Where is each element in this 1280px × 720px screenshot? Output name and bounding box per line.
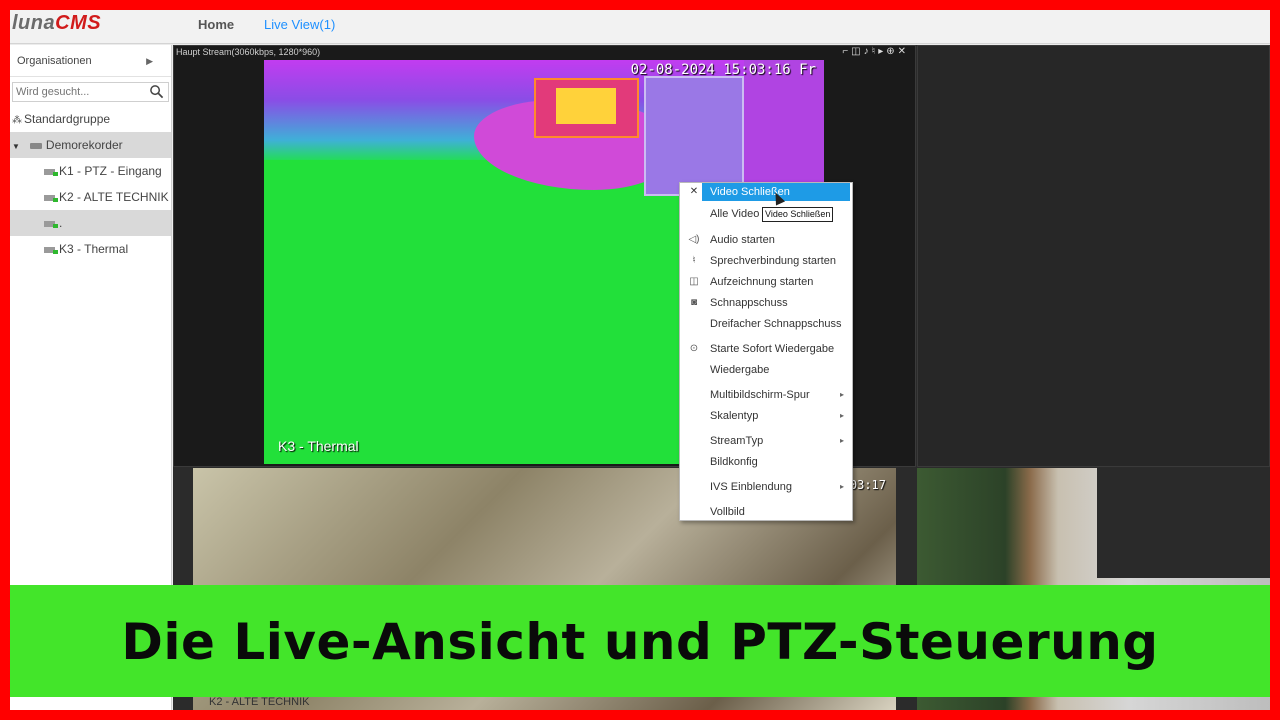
menu-item-instant-playback[interactable]: ⊙ Starte Sofort Wiedergabe: [680, 340, 852, 358]
tree-camera-k3[interactable]: K3 - Thermal: [10, 236, 171, 262]
menu-item-playback[interactable]: Wiedergabe: [680, 361, 852, 379]
submenu-arrow-icon: ▸: [839, 411, 844, 420]
caption-banner: Die Live-Ansicht und PTZ-Steuerung: [10, 585, 1270, 697]
menu-item-label: Starte Sofort Wiedergabe: [710, 343, 835, 355]
menu-item-label: Sprechverbindung starten: [710, 255, 836, 267]
chevron-right-icon[interactable]: ▶: [146, 45, 153, 77]
pane-toolbar: ⌐◫♪♮▸⊕✕: [842, 46, 909, 57]
group-icon: ⁂: [12, 115, 22, 126]
tree-group-label: Standardgruppe: [24, 112, 111, 126]
camera-icon: [44, 220, 58, 228]
menu-item-label: Audio starten: [710, 234, 775, 246]
menu-item-multiscreen[interactable]: Multibildschirm-Spur ▸: [680, 386, 852, 404]
context-menu: ✕ Video Schließen Alle Video ◁) Audio star…: [679, 182, 853, 521]
app-logo: lunaCMS: [12, 12, 101, 35]
menu-item-label: StreamTyp: [710, 435, 764, 447]
tab-live-view[interactable]: Live View(1): [264, 17, 335, 32]
speaker-icon[interactable]: ♪: [864, 46, 872, 57]
menu-item-talk[interactable]: ♮ Sprechverbindung starten: [680, 252, 852, 270]
record-icon[interactable]: ◫: [851, 46, 863, 57]
menu-item-stream-type[interactable]: StreamTyp ▸: [680, 432, 852, 450]
tree-camera-label: .: [59, 216, 63, 230]
submenu-arrow-icon: ▸: [839, 390, 844, 399]
osd-timestamp: 02-08-2024 15:03:16 Fr: [630, 62, 816, 78]
search-icon[interactable]: [149, 84, 164, 99]
submenu-arrow-icon: ▸: [839, 436, 844, 445]
tree-camera-unnamed[interactable]: .: [10, 210, 171, 236]
menu-item-audio[interactable]: ◁) Audio starten: [680, 231, 852, 249]
tree-camera-k1[interactable]: K1 - PTZ - Eingang: [10, 158, 171, 184]
record-icon: ◫: [689, 276, 699, 287]
organisation-label: Organisationen: [17, 55, 92, 67]
menu-item-label: Bildkonfig: [710, 456, 758, 468]
logo-accent: CMS: [55, 12, 102, 34]
osd-camera-name: K3 - Thermal: [278, 438, 359, 454]
menu-item-label: IVS Einblendung: [710, 481, 792, 493]
menu-item-fullscreen[interactable]: Vollbild: [680, 503, 852, 521]
caption-title: Die Live-Ansicht und PTZ-Steuerung: [121, 613, 1159, 671]
recorder-icon: [29, 142, 42, 149]
menu-item-label: Schnappschuss: [710, 297, 788, 309]
search-box: [12, 82, 169, 102]
tree-camera-label: K3 - Thermal: [59, 242, 129, 256]
osd-camera-name: K2 - ALTE TECHNIK: [209, 696, 310, 708]
microphone-icon: ♮: [692, 255, 696, 266]
camera-icon: [44, 168, 58, 176]
close-icon: ✕: [689, 186, 699, 197]
menu-item-label: Vollbild: [710, 506, 745, 518]
tab-home[interactable]: Home: [198, 17, 234, 32]
organisation-header[interactable]: Organisationen ▶: [10, 45, 171, 77]
tree-device-label: Demorekorder: [45, 138, 123, 152]
camera-icon: [44, 246, 58, 254]
video-pane-empty[interactable]: [917, 45, 1270, 467]
play-icon: ⊙: [689, 343, 699, 354]
top-bar: lunaCMS Home Live View(1): [10, 10, 1270, 44]
thermal-building: [644, 76, 744, 196]
ptz-icon[interactable]: ⌐: [842, 46, 851, 57]
close-icon[interactable]: ✕: [898, 46, 909, 57]
play-icon[interactable]: ▸: [878, 46, 886, 57]
tree-device-recorder[interactable]: ▼ Demorekorder: [10, 132, 171, 158]
logo-main: luna: [12, 12, 56, 34]
menu-item-record[interactable]: ◫ Aufzeichnung starten: [680, 273, 852, 291]
search-input[interactable]: [13, 83, 143, 101]
thermal-hotspot: [556, 88, 616, 124]
menu-item-label: Skalentyp: [710, 410, 759, 422]
tree-camera-k2[interactable]: K2 - ALTE TECHNIK: [10, 184, 171, 210]
osd-timestamp: 03:17: [849, 478, 886, 492]
menu-item-scale-type[interactable]: Skalentyp ▸: [680, 407, 852, 425]
camera-icon: ◙: [690, 297, 698, 308]
tree-camera-label: K2 - ALTE TECHNIK: [59, 190, 169, 204]
menu-item-label: Multibildschirm-Spur: [710, 389, 810, 401]
stream-info: Haupt Stream(3060kbps, 1280*960): [176, 47, 321, 57]
menu-item-label: Wiedergabe: [710, 364, 770, 376]
menu-item-ivs-overlay[interactable]: IVS Einblendung ▸: [680, 478, 852, 496]
zoom-icon[interactable]: ⊕: [886, 46, 897, 57]
tree-camera-label: K1 - PTZ - Eingang: [59, 164, 162, 178]
speaker-icon: ◁): [688, 234, 700, 245]
menu-item-snapshot[interactable]: ◙ Schnappschuss: [680, 294, 852, 312]
menu-item-label: Alle Video: [710, 208, 760, 220]
menu-item-image-config[interactable]: Bildkonfig: [680, 453, 852, 471]
expand-arrow-icon[interactable]: ▼: [12, 142, 20, 151]
menu-item-label: Dreifacher Schnappschuss: [710, 318, 842, 330]
menu-item-label: Aufzeichnung starten: [710, 276, 814, 288]
menu-item-triple-snapshot[interactable]: Dreifacher Schnappschuss: [680, 315, 852, 333]
camera-icon: [44, 194, 58, 202]
submenu-arrow-icon: ▸: [839, 482, 844, 491]
tooltip: Video Schließen: [762, 207, 834, 222]
building-window: [1097, 468, 1270, 578]
tree-group-standard[interactable]: ⁂ Standardgruppe: [10, 106, 171, 132]
